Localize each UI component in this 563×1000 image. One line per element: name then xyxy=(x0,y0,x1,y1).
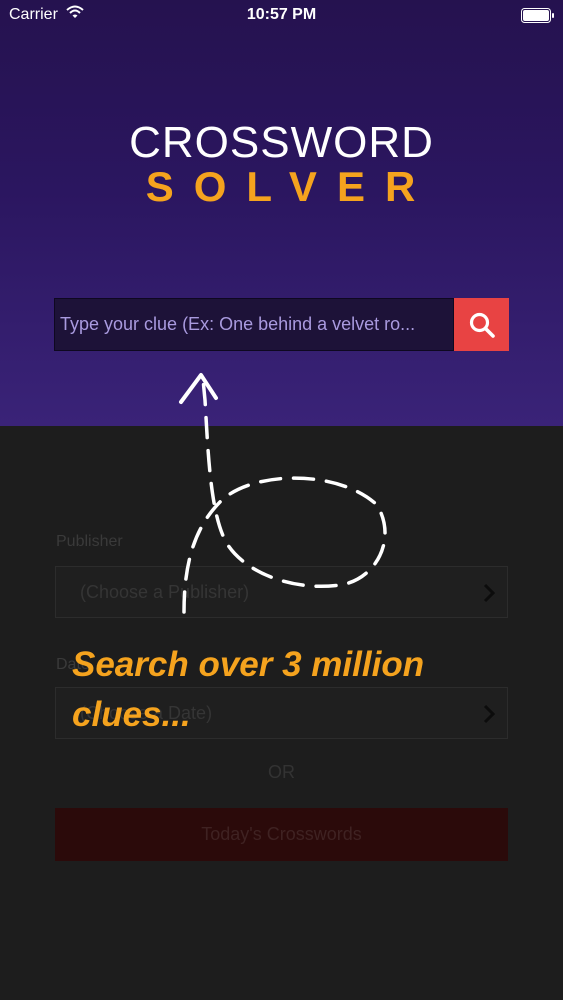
status-time: 10:57 PM xyxy=(246,6,317,23)
date-select-value: (Choose a Date) xyxy=(80,703,213,723)
todays-crosswords-button[interactable]: Today's Crosswords xyxy=(55,808,508,861)
hero-header xyxy=(0,0,563,426)
logo-line-solver: SOLVER xyxy=(145,163,436,210)
chevron-right-icon xyxy=(483,583,495,603)
chevron-right-icon xyxy=(483,704,495,724)
search-button[interactable] xyxy=(454,298,509,351)
publisher-label: Publisher xyxy=(56,533,123,550)
publisher-select-value: (Choose a Publisher) xyxy=(80,582,250,602)
search-input[interactable] xyxy=(55,299,453,350)
search-field[interactable] xyxy=(54,298,454,351)
or-divider: OR xyxy=(268,762,295,782)
status-bar: Carrier 10:57 PM xyxy=(0,0,563,30)
search-icon xyxy=(469,312,495,338)
battery-icon xyxy=(521,8,554,23)
logo-line-crossword: CROSSWORD xyxy=(129,118,434,167)
date-select[interactable]: (Choose a Date) xyxy=(55,687,508,739)
date-label: Date xyxy=(56,656,90,673)
publisher-select[interactable]: (Choose a Publisher) xyxy=(55,566,508,618)
